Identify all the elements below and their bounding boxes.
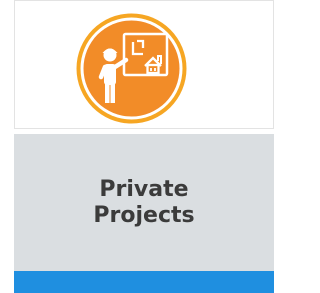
card-image-panel (14, 0, 274, 129)
card-title-panel: Private Projects (14, 134, 274, 271)
card-title[interactable]: Private Projects (54, 177, 234, 229)
private-projects-card[interactable]: Private Projects (14, 0, 274, 293)
presentation-house-icon (74, 11, 189, 126)
card-accent-bar (14, 271, 274, 293)
presentation-house-icon-svg (76, 13, 187, 124)
